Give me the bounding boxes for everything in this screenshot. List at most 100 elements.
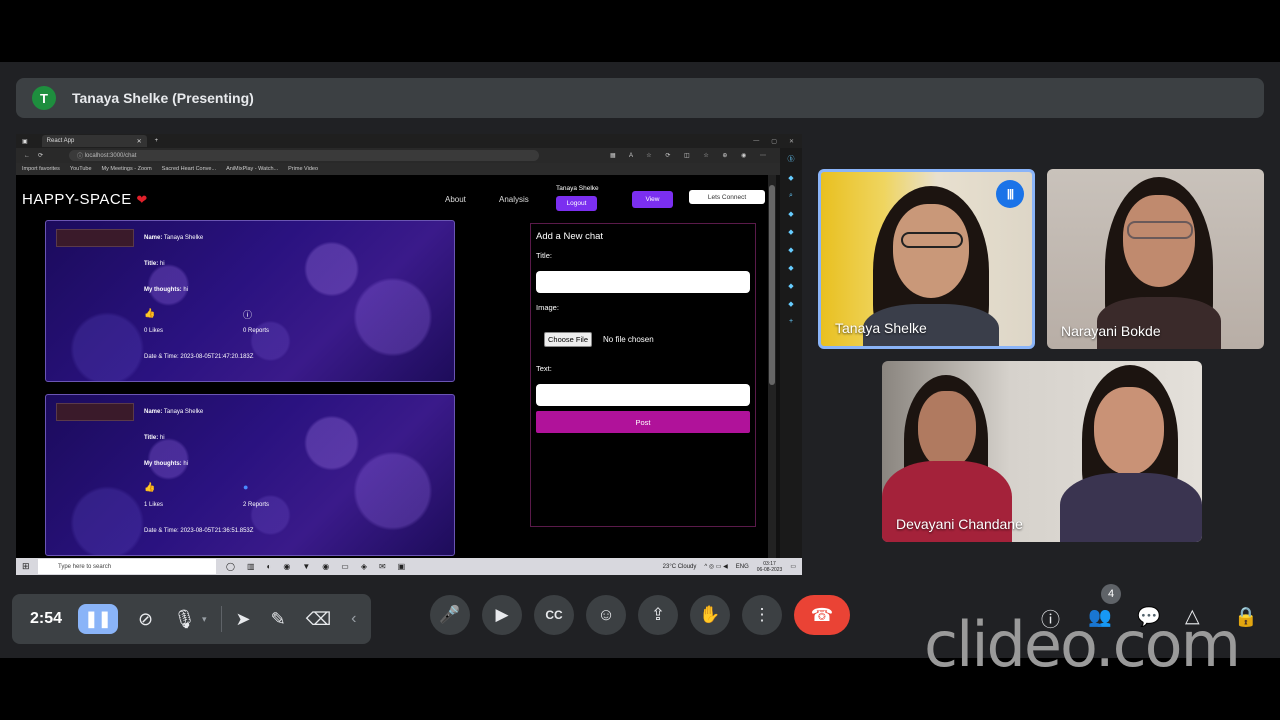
participant-tile[interactable]: Narayani Bokde xyxy=(1047,169,1264,349)
chrome-icon[interactable]: ◉ xyxy=(322,562,329,571)
sidebar-tool-icon[interactable]: ◆ xyxy=(788,282,793,290)
post-card: Name: Tanaya Shelke Title: hi My thought… xyxy=(45,394,455,556)
weather-text[interactable]: 23°C Cloudy xyxy=(663,564,697,570)
bookmark-item[interactable]: My Meetings - Zoom xyxy=(102,166,152,172)
mic-button[interactable]: 🎤 xyxy=(430,595,470,635)
notification-icon[interactable]: ▭ xyxy=(790,563,796,570)
like-icon[interactable]: 👍 xyxy=(144,482,155,493)
browser-tab-strip: ▣ React App ✕ + — ▢ ✕ xyxy=(16,134,802,148)
view-button[interactable]: View xyxy=(632,191,673,208)
language-indicator[interactable]: ENG xyxy=(736,564,749,570)
post-title: Title: hi xyxy=(144,261,165,267)
sidebar-tool-icon[interactable]: ◆ xyxy=(788,246,793,254)
participant-tile[interactable]: ||| Tanaya Shelke xyxy=(818,169,1035,349)
captions-button[interactable]: CC xyxy=(534,595,574,635)
more-options-button[interactable]: ⋮ xyxy=(742,595,782,635)
bookmark-item[interactable]: YouTube xyxy=(70,166,92,172)
task-view-icon[interactable]: ◯ xyxy=(226,562,235,571)
reactions-button[interactable]: ☺ xyxy=(586,595,626,635)
choose-file-button[interactable]: Choose File xyxy=(544,332,593,347)
bing-icon[interactable]: ⓑ xyxy=(788,154,795,164)
bookmarks-bar: Import favorites YouTube My Meetings - Z… xyxy=(16,163,802,175)
date-value: 2023-08-05T21:47:20.183Z xyxy=(180,354,254,360)
url-text: localhost:3000/chat xyxy=(84,152,137,159)
sidebar-tool-icon[interactable]: ◆ xyxy=(788,174,793,182)
browser-toolbar-icons[interactable]: ▦ A ☆ ⟳ ◫ ☆ ⊕ ◉ ⋯ xyxy=(610,152,802,159)
maximize-icon[interactable]: ▢ xyxy=(771,138,777,145)
date-value: 2023-08-05T21:36:51.853Z xyxy=(180,528,254,534)
camera-button[interactable]: ▶ xyxy=(482,595,522,635)
page-scrollbar[interactable] xyxy=(768,175,776,558)
sidebar-tool-icon[interactable]: ◆ xyxy=(788,300,793,308)
bookmark-item[interactable]: Import favorites xyxy=(22,166,60,172)
search-icon[interactable]: ⌕ xyxy=(789,192,793,200)
post-button[interactable]: Post xyxy=(536,411,750,433)
clock[interactable]: 03:17 06-08-2023 xyxy=(757,561,783,573)
date-label: Date & Time: xyxy=(144,528,179,534)
participant-video xyxy=(918,391,976,469)
title-field-label: Title: xyxy=(536,251,552,260)
report-icon[interactable]: ⓘ xyxy=(243,308,252,321)
file-status: No file chosen xyxy=(603,335,654,344)
back-icon[interactable]: ← xyxy=(24,153,30,159)
widgets-icon[interactable]: ▥ xyxy=(247,562,255,571)
form-heading: Add a New chat xyxy=(536,231,604,242)
lets-connect-button[interactable]: Lets Connect xyxy=(689,190,765,204)
brave-icon[interactable]: ▼ xyxy=(302,562,310,571)
file-explorer-icon[interactable]: ▭ xyxy=(341,562,349,571)
bookmark-item[interactable]: Sacred Heart Conve... xyxy=(162,166,216,172)
title-input[interactable] xyxy=(536,271,750,293)
refresh-icon[interactable]: ⟳ xyxy=(38,152,43,159)
vscode-icon[interactable]: ◈ xyxy=(361,562,367,571)
reports-count: 2 Reports xyxy=(243,502,270,508)
url-field[interactable]: ⓘ localhost:3000/chat xyxy=(69,150,540,161)
tab-actions-icon[interactable]: ▣ xyxy=(22,138,28,145)
pause-button[interactable]: ❚❚ xyxy=(78,604,119,634)
nav-analysis[interactable]: Analysis xyxy=(499,195,529,204)
microphone-icon[interactable]: 🎙 xyxy=(173,609,196,630)
text-input[interactable] xyxy=(536,384,750,406)
participant-video xyxy=(1094,387,1164,475)
bookmark-item[interactable]: Prime Video xyxy=(288,166,318,172)
tray-icons[interactable]: ^ ◎ ▭ ◀ xyxy=(704,563,727,570)
edge-icon[interactable]: ◐ xyxy=(267,562,272,571)
camera-off-icon[interactable]: ⊘ xyxy=(138,609,153,630)
title-label: Title: xyxy=(144,435,159,441)
participant-count-badge: 4 xyxy=(1101,584,1121,604)
thoughts-value: hi xyxy=(183,287,189,293)
report-icon[interactable]: ● xyxy=(243,482,248,492)
present-button[interactable]: ⇪ xyxy=(638,595,678,635)
end-call-button[interactable]: ☎ xyxy=(794,595,850,635)
app-brand[interactable]: HAPPY-SPACE ❤ xyxy=(22,191,148,208)
close-window-icon[interactable]: ✕ xyxy=(789,138,794,145)
nav-about[interactable]: About xyxy=(445,195,466,204)
raise-hand-button[interactable]: ✋ xyxy=(690,595,730,635)
scroll-thumb[interactable] xyxy=(769,185,775,385)
logout-button[interactable]: Logout xyxy=(556,196,597,211)
image-field-label: Image: xyxy=(536,303,559,312)
new-tab-icon[interactable]: + xyxy=(155,138,159,144)
windows-start-icon[interactable]: ⊞ xyxy=(22,561,30,572)
participant-tile[interactable]: Devayani Chandane xyxy=(882,361,1202,542)
like-icon[interactable]: 👍 xyxy=(144,308,155,319)
browser-tab[interactable]: React App ✕ xyxy=(41,135,147,147)
pointer-icon[interactable]: ➤ xyxy=(236,609,251,630)
eraser-icon[interactable]: ⌫ xyxy=(306,609,331,630)
nav-user-name: Tanaya Shelke xyxy=(556,185,599,192)
add-icon[interactable]: + xyxy=(789,318,793,325)
pen-icon[interactable]: ✎ xyxy=(271,609,286,630)
bookmark-item[interactable]: AniMixPlay - Watch... xyxy=(226,166,278,172)
sidebar-tool-icon[interactable]: ◆ xyxy=(788,228,793,236)
chevron-left-icon[interactable]: ‹ xyxy=(351,610,356,628)
minimize-icon[interactable]: — xyxy=(753,138,759,145)
mail-icon[interactable]: ✉ xyxy=(379,562,386,571)
tab-close-icon[interactable]: ✕ xyxy=(137,138,142,145)
sidebar-tool-icon[interactable]: ◆ xyxy=(788,210,793,218)
taskbar-search[interactable]: Type here to search xyxy=(38,559,216,574)
system-tray: 23°C Cloudy ^ ◎ ▭ ◀ ENG 03:17 06-08-2023… xyxy=(663,561,802,573)
name-value: Tanaya Shelke xyxy=(163,235,204,241)
chrome-icon[interactable]: ◉ xyxy=(283,562,290,571)
app-icon[interactable]: ▣ xyxy=(398,562,406,571)
chevron-down-icon[interactable]: ▾ xyxy=(202,614,207,625)
sidebar-tool-icon[interactable]: ◆ xyxy=(788,264,793,272)
